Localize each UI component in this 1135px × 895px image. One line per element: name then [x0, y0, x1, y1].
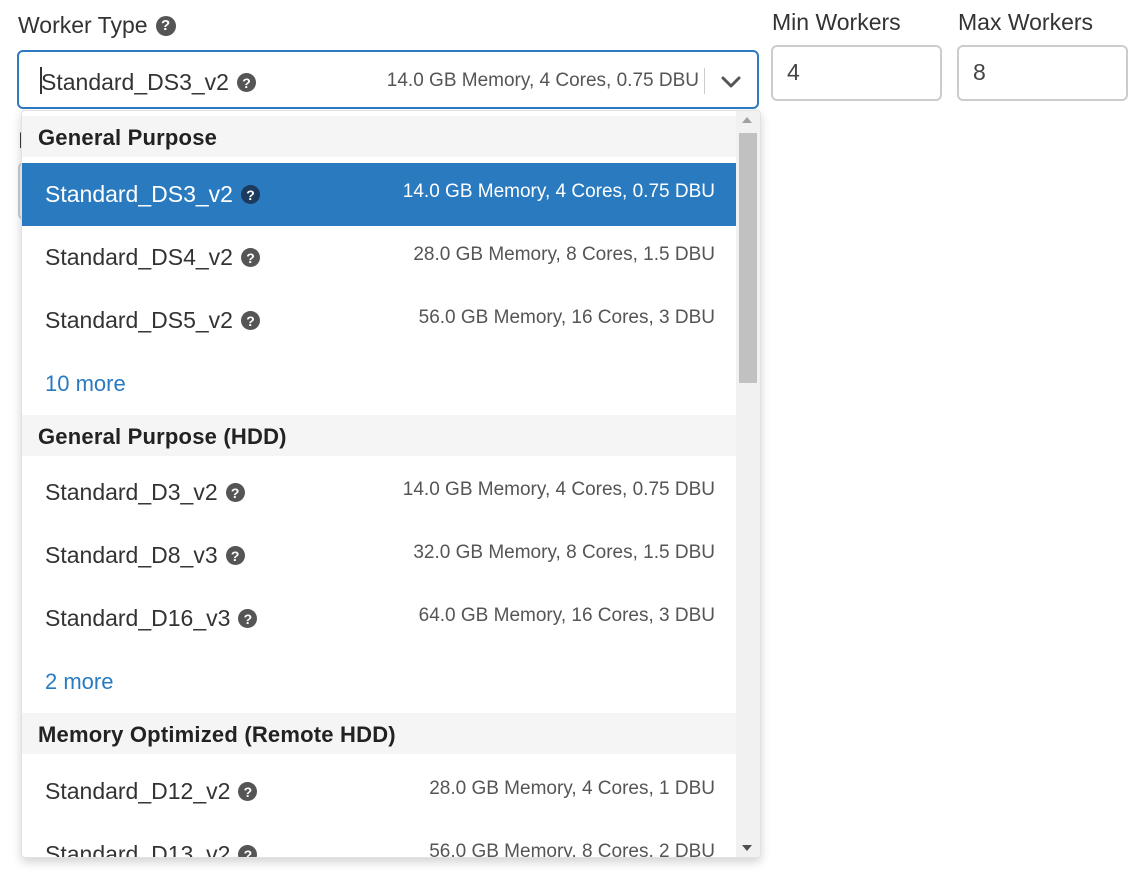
group-header-general-purpose: General Purpose	[22, 116, 738, 157]
more-link-general-purpose-hdd[interactable]: 2 more	[45, 669, 113, 695]
worker-type-label-text: Worker Type	[18, 12, 148, 38]
group-header-memory-optimized-remote-hdd: Memory Optimized (Remote HDD)	[22, 713, 738, 754]
option-specs: 56.0 GB Memory, 8 Cores, 2 DBU	[429, 840, 715, 858]
option-name-text: Standard_D13_v2	[45, 841, 231, 858]
min-workers-label: Min Workers	[772, 9, 901, 35]
option-name: Standard_D8_v3 ?	[45, 542, 245, 569]
option-name-text: Standard_D3_v2	[45, 479, 218, 505]
option-name: Standard_D3_v2 ?	[45, 479, 245, 506]
select-specs: 14.0 GB Memory, 4 Cores, 0.75 DBU	[386, 70, 699, 91]
max-workers-input[interactable]: 8	[957, 45, 1128, 101]
help-icon[interactable]: ?	[240, 185, 260, 204]
option-standard-d13-v2[interactable]: Standard_D13_v2 ? 56.0 GB Memory, 8 Core…	[22, 823, 738, 858]
option-name: Standard_D16_v3 ?	[45, 605, 258, 632]
help-icon[interactable]: ?	[240, 311, 260, 330]
option-standard-d3-v2[interactable]: Standard_D3_v2 ? 14.0 GB Memory, 4 Cores…	[22, 461, 738, 524]
scroll-up-arrow-icon[interactable]	[742, 117, 752, 123]
option-name-text: Standard_DS5_v2	[45, 307, 233, 333]
help-icon[interactable]: ?	[236, 73, 256, 92]
option-standard-ds5-v2[interactable]: Standard_DS5_v2 ? 56.0 GB Memory, 16 Cor…	[22, 289, 738, 352]
help-icon[interactable]: ?	[238, 782, 258, 801]
option-standard-d16-v3[interactable]: Standard_D16_v3 ? 64.0 GB Memory, 16 Cor…	[22, 587, 738, 650]
option-standard-ds4-v2[interactable]: Standard_DS4_v2 ? 28.0 GB Memory, 8 Core…	[22, 226, 738, 289]
max-workers-label: Max Workers	[958, 9, 1094, 35]
worker-type-dropdown[interactable]: General Purpose Standard_DS3_v2 ? 14.0 G…	[21, 110, 761, 858]
more-link-general-purpose[interactable]: 10 more	[45, 371, 126, 397]
dropdown-scrollbar[interactable]	[736, 111, 760, 857]
help-icon[interactable]: ?	[240, 248, 260, 267]
help-icon[interactable]: ?	[238, 845, 258, 857]
scroll-down-arrow-icon[interactable]	[742, 845, 752, 851]
group-header-general-purpose-hdd: General Purpose (HDD)	[22, 415, 738, 456]
option-specs: 28.0 GB Memory, 4 Cores, 1 DBU	[429, 777, 715, 799]
option-name: Standard_D13_v2 ?	[45, 841, 258, 858]
option-name-text: Standard_D12_v2	[45, 778, 231, 804]
option-specs: 28.0 GB Memory, 8 Cores, 1.5 DBU	[413, 243, 715, 265]
min-workers-input[interactable]: 4	[771, 45, 942, 101]
help-icon[interactable]: ?	[238, 609, 258, 628]
option-name-text: Standard_DS3_v2	[45, 181, 233, 207]
option-specs: 14.0 GB Memory, 4 Cores, 0.75 DBU	[402, 180, 715, 202]
option-specs: 56.0 GB Memory, 16 Cores, 3 DBU	[418, 306, 715, 328]
select-value: Standard_DS3_v2 ?	[41, 69, 256, 96]
option-name: Standard_D12_v2 ?	[45, 778, 258, 805]
chevron-down-icon[interactable]	[719, 70, 743, 94]
option-name-text: Standard_D16_v3	[45, 605, 231, 631]
option-name: Standard_DS4_v2 ?	[45, 244, 260, 271]
select-separator	[704, 68, 705, 94]
option-specs: 32.0 GB Memory, 8 Cores, 1.5 DBU	[413, 541, 715, 563]
option-standard-d8-v3[interactable]: Standard_D8_v3 ? 32.0 GB Memory, 8 Cores…	[22, 524, 738, 587]
scrollbar-thumb[interactable]	[739, 133, 757, 383]
help-icon[interactable]: ?	[225, 483, 245, 502]
help-icon[interactable]: ?	[155, 15, 176, 36]
option-name-text: Standard_DS4_v2	[45, 244, 233, 270]
worker-type-select[interactable]: Standard_DS3_v2 ? 14.0 GB Memory, 4 Core…	[17, 50, 759, 109]
option-name: Standard_DS3_v2 ?	[45, 181, 260, 208]
option-name: Standard_DS5_v2 ?	[45, 307, 260, 334]
option-name-text: Standard_D8_v3	[45, 542, 218, 568]
select-value-text: Standard_DS3_v2	[41, 69, 229, 95]
worker-type-label: Worker Type ?	[18, 12, 176, 39]
option-standard-ds3-v2[interactable]: Standard_DS3_v2 ? 14.0 GB Memory, 4 Core…	[22, 163, 738, 226]
option-standard-d12-v2[interactable]: Standard_D12_v2 ? 28.0 GB Memory, 4 Core…	[22, 760, 738, 823]
option-specs: 14.0 GB Memory, 4 Cores, 0.75 DBU	[402, 478, 715, 500]
option-specs: 64.0 GB Memory, 16 Cores, 3 DBU	[418, 604, 715, 626]
help-icon[interactable]: ?	[225, 546, 245, 565]
